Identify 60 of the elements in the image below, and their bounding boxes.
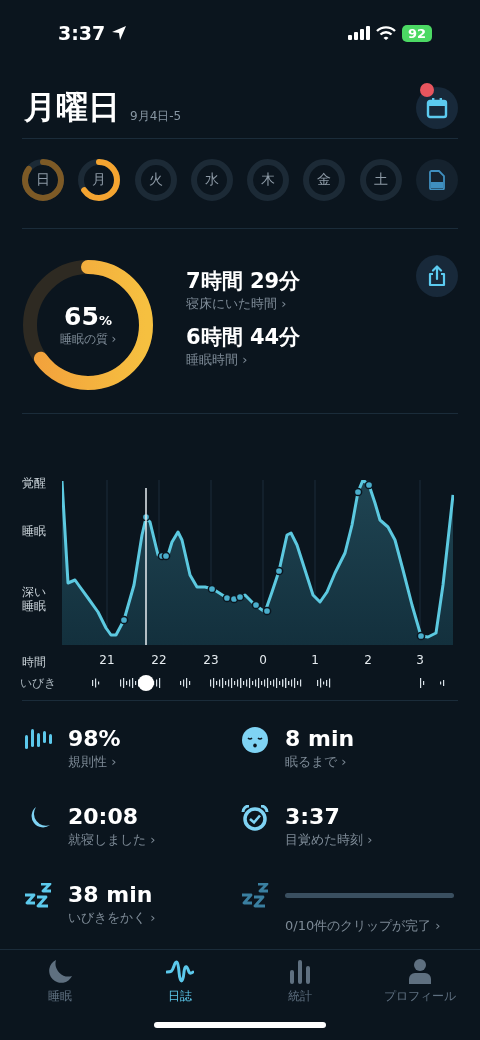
duration-link[interactable]: 睡眠時間 › <box>186 351 301 369</box>
day-button[interactable]: 木 <box>247 159 290 201</box>
tab-item[interactable]: 統計 <box>240 950 360 1020</box>
share-icon <box>427 265 447 287</box>
axis-title: 時間 <box>21 653 47 671</box>
clock-time: 3:37 <box>58 22 106 44</box>
stat-value: 38 min <box>68 881 154 909</box>
time-tick: 23 <box>203 653 219 667</box>
stat-link[interactable]: 眠るまで › <box>285 753 454 771</box>
stat-link[interactable]: 規則性 › <box>68 753 237 771</box>
stat-value: 20:08 <box>68 803 140 831</box>
calendar-icon <box>426 97 448 119</box>
day-button[interactable]: 月 <box>78 159 121 201</box>
duration-link[interactable]: 寝床にいた時間 › <box>186 295 301 313</box>
tab-item[interactable]: 日誌 <box>120 950 240 1020</box>
time-tick: 1 <box>311 653 319 667</box>
stat-value: 8 min <box>285 725 356 753</box>
document-icon <box>428 170 445 190</box>
snore-label: いびき <box>19 674 57 692</box>
duration-value: 7時間 29分 <box>186 268 301 295</box>
stat-link[interactable]: 0/10件のクリップが完了 › <box>285 917 454 935</box>
location-arrow-icon <box>111 25 128 41</box>
tab-item[interactable]: プロフィール <box>360 950 480 1020</box>
day-button[interactable]: 日 <box>22 159 64 201</box>
report-button[interactable] <box>415 159 458 201</box>
playback-handle[interactable] <box>138 675 154 691</box>
time-tick: 0 <box>259 653 267 667</box>
sleeping-face-icon <box>241 727 269 753</box>
battery-indicator: 92 <box>401 24 432 42</box>
day-button[interactable]: 水 <box>190 159 233 201</box>
share-button[interactable] <box>416 255 458 297</box>
alarm-clock-icon <box>241 805 269 831</box>
axis-label: 深い睡眠 <box>22 586 47 614</box>
stat-link[interactable]: 目覚めた時刻 › <box>285 831 454 849</box>
day-button[interactable]: 火 <box>134 159 177 201</box>
date-range: 9月4日-5 <box>130 108 182 125</box>
wave-icon <box>166 958 194 986</box>
day-button[interactable]: 金 <box>303 159 346 201</box>
person-icon <box>406 958 434 986</box>
stat-link[interactable]: 就寝しました › <box>68 831 237 849</box>
stat-link[interactable]: いびきをかく › <box>68 909 237 927</box>
time-tick: 3 <box>416 653 424 667</box>
stat-value: 3:37 <box>285 803 341 831</box>
quality-link[interactable]: 睡眠の質 › <box>59 331 117 348</box>
day-button[interactable]: 土 <box>359 159 402 201</box>
axis-label: 睡眠 <box>22 524 46 539</box>
quality-score: 65% <box>64 302 112 331</box>
day-title: 月曜日 <box>24 87 120 128</box>
time-tick: 22 <box>151 653 167 667</box>
time-tick: 21 <box>99 653 115 667</box>
stat-value: 98% <box>68 725 122 753</box>
axis-label: 覚醒 <box>22 476 46 491</box>
tab-item[interactable]: 睡眠 <box>0 950 120 1020</box>
duration-value: 6時間 44分 <box>186 324 301 351</box>
wifi-icon <box>375 26 396 40</box>
snore-icon <box>241 883 269 909</box>
time-tick: 2 <box>364 653 372 667</box>
signal-icon <box>347 26 370 40</box>
moon-icon <box>46 958 74 986</box>
snore-icon <box>24 883 52 909</box>
